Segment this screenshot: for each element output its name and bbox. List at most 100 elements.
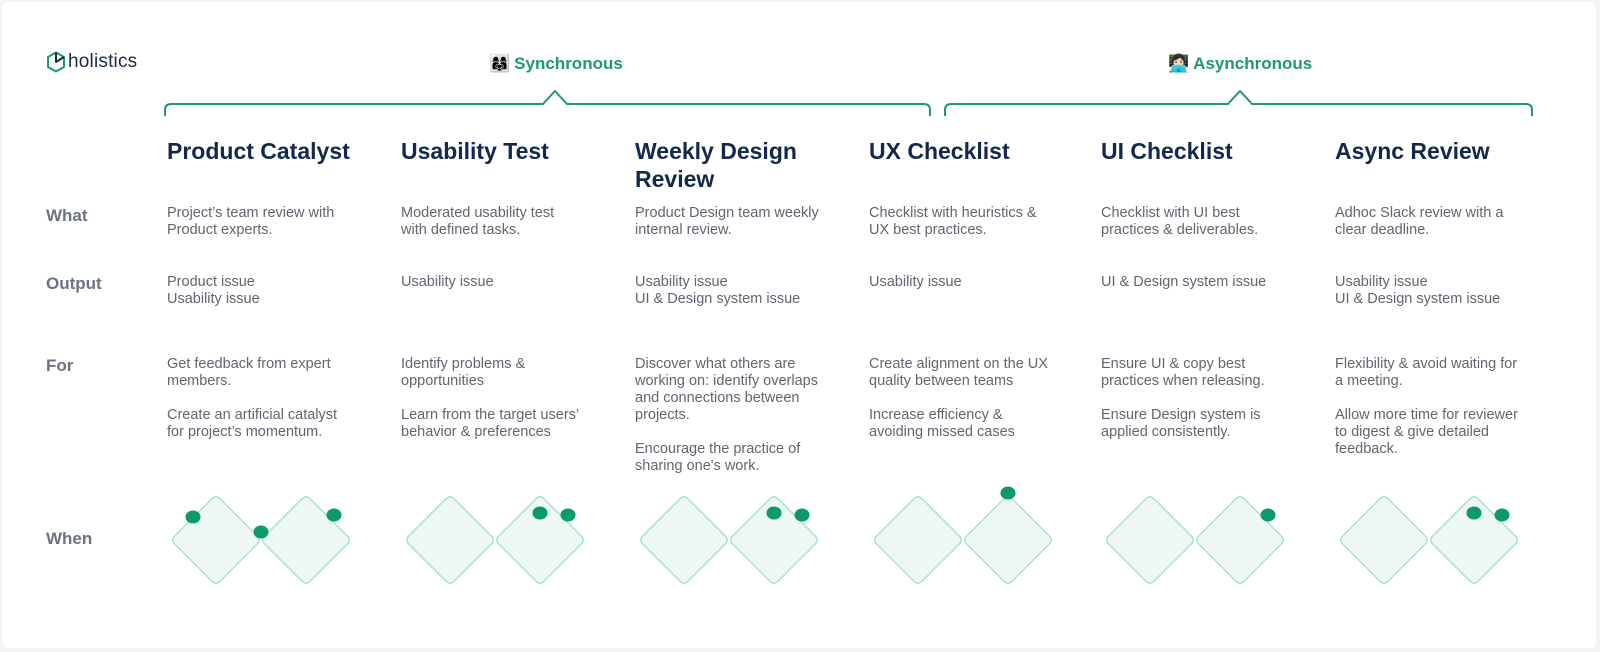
for-line: Discover what others are: [635, 356, 796, 372]
when-right-diamond: [1196, 496, 1284, 584]
for-paragraph: Create an artificial catalyst for project…: [167, 407, 367, 441]
for-paragraph: Learn from the target users’ behavior & p…: [401, 407, 601, 441]
what-cell: Project’s team review with Product expert…: [167, 205, 367, 239]
for-line: projects.: [635, 407, 690, 423]
when-left-diamond: [1340, 496, 1428, 584]
for-line: for project’s momentum.: [167, 424, 323, 440]
when-right-diamond: [964, 496, 1052, 584]
output-cell-line: Usability issue: [1335, 274, 1428, 290]
output-cell-line: UI & Design system issue: [1335, 291, 1501, 307]
for-line: Flexibility & avoid waiting for: [1335, 356, 1518, 372]
column-title: Weekly Design Review: [635, 138, 797, 192]
for-line: to digest & give detailed: [1335, 424, 1489, 440]
column-title: UI Checklist: [1101, 138, 1233, 164]
row-label-what: What: [46, 206, 88, 225]
when-dot-right-right: [326, 508, 342, 522]
output-cell-line: Product issue: [167, 274, 255, 290]
when-left-diamond: [172, 496, 260, 584]
for-paragraph: Increase efficiency & avoiding missed cas…: [869, 407, 1069, 441]
output-cell-line: Usability issue: [401, 274, 494, 290]
for-line: Identify problems &: [401, 356, 526, 372]
output-cell: Usability issue: [401, 274, 601, 291]
column-title: Async Review: [1335, 138, 1490, 164]
for-line: Create an artificial catalyst: [167, 407, 338, 423]
output-cell: Usability issue: [869, 274, 1069, 291]
output-cell: Product issue Usability issue: [167, 274, 367, 308]
synchronous-brace: [164, 90, 931, 116]
for-line: working on: identify overlaps: [635, 373, 818, 389]
when-diagram: [172, 496, 350, 584]
column-title: Product Catalyst: [167, 138, 350, 164]
when-left-diamond: [640, 496, 728, 584]
asynchronous-brace: [944, 90, 1533, 116]
for-paragraph: Identify problems & opportunities: [401, 356, 601, 390]
what-cell-line: Adhoc Slack review with a: [1335, 205, 1504, 221]
for-paragraph: Ensure Design system is applied consisten…: [1101, 407, 1301, 441]
for-line: Allow more time for reviewer: [1335, 407, 1518, 423]
what-cell: Checklist with heuristics & UX best pract…: [869, 205, 1069, 239]
when-dot-right-top: [532, 506, 548, 520]
what-cell-line: Product experts.: [167, 222, 273, 238]
when-dot-left-top: [185, 510, 201, 524]
row-label-output: Output: [46, 274, 102, 293]
column-title: UX Checklist: [869, 138, 1010, 164]
for-line: opportunities: [401, 373, 485, 389]
for-line: Create alignment on the UX: [869, 356, 1048, 372]
when-dot-right-right: [794, 508, 810, 522]
what-cell-line: internal review.: [635, 222, 732, 238]
output-cell-line: Usability issue: [635, 274, 728, 290]
for-paragraph: Ensure UI & copy best practices when rele…: [1101, 356, 1301, 390]
for-line: and connections between: [635, 390, 800, 406]
for-line: applied consistently.: [1101, 424, 1231, 440]
for-paragraph: Encourage the practice of sharing one's w…: [635, 441, 835, 475]
for-paragraph: Get feedback from expert members.: [167, 356, 367, 390]
when-left-diamond: [874, 496, 962, 584]
what-cell: Product Design team weekly internal revie…: [635, 205, 835, 239]
row-label-for: For: [46, 356, 74, 375]
for-paragraph: Create alignment on the UX quality betwee…: [869, 356, 1069, 390]
when-dot-right-right: [560, 508, 576, 522]
for-paragraph: Flexibility & avoid waiting for a meeting…: [1335, 356, 1535, 390]
output-cell: Usability issue UI & Design system issue: [1335, 274, 1535, 308]
output-cell-line: UI & Design system issue: [635, 291, 801, 307]
when-dot-right-top: [766, 506, 782, 520]
for-line: Ensure Design system is: [1101, 407, 1261, 423]
row-label-when: When: [46, 529, 93, 548]
group-braces: [164, 90, 1533, 116]
what-cell-line: with defined tasks.: [401, 222, 521, 238]
for-cell: Identify problems & opportunities Learn fr…: [401, 356, 601, 441]
when-diagram: [1106, 496, 1284, 584]
what-cell-line: Moderated usability test: [401, 205, 555, 221]
when-diagram: [640, 496, 818, 584]
when-dot-right-top: [1466, 506, 1482, 520]
when-diagram: [406, 496, 584, 584]
when-dot-right-right: [1494, 508, 1510, 522]
for-line: feedback.: [1335, 441, 1398, 457]
when-dot-middle-join: [253, 525, 269, 539]
for-line: Increase efficiency &: [869, 407, 1003, 423]
for-line: sharing one's work.: [635, 458, 760, 474]
for-paragraph: Allow more time for reviewer to digest & …: [1335, 407, 1535, 458]
what-cell-line: Checklist with UI best: [1101, 205, 1240, 221]
what-cell-line: UX best practices.: [869, 222, 987, 238]
for-cell: Get feedback from expert members. Create a…: [167, 356, 367, 441]
for-line: Learn from the target users’: [401, 407, 580, 423]
when-dot-right-right: [1260, 508, 1276, 522]
when-right-diamond: [262, 496, 350, 584]
what-cell-line: Project’s team review with: [167, 205, 335, 221]
for-cell: Ensure UI & copy best practices when rele…: [1101, 356, 1301, 441]
output-cell-line: UI & Design system issue: [1101, 274, 1267, 290]
for-line: members.: [167, 373, 232, 389]
for-line: Ensure UI & copy best: [1101, 356, 1246, 372]
for-cell: Flexibility & avoid waiting for a meeting…: [1335, 356, 1535, 458]
for-line: a meeting.: [1335, 373, 1403, 389]
for-paragraph: Discover what others are working on: iden…: [635, 356, 835, 424]
what-cell: Adhoc Slack review with a clear deadline.: [1335, 205, 1535, 239]
when-dot-right-apex: [1000, 486, 1016, 500]
for-line: Get feedback from expert: [167, 356, 331, 372]
when-diagram: [874, 486, 1052, 584]
for-cell: Discover what others are working on: iden…: [635, 356, 835, 475]
output-cell-line: Usability issue: [869, 274, 962, 290]
for-line: practices when releasing.: [1101, 373, 1265, 389]
for-line: Encourage the practice of: [635, 441, 801, 457]
